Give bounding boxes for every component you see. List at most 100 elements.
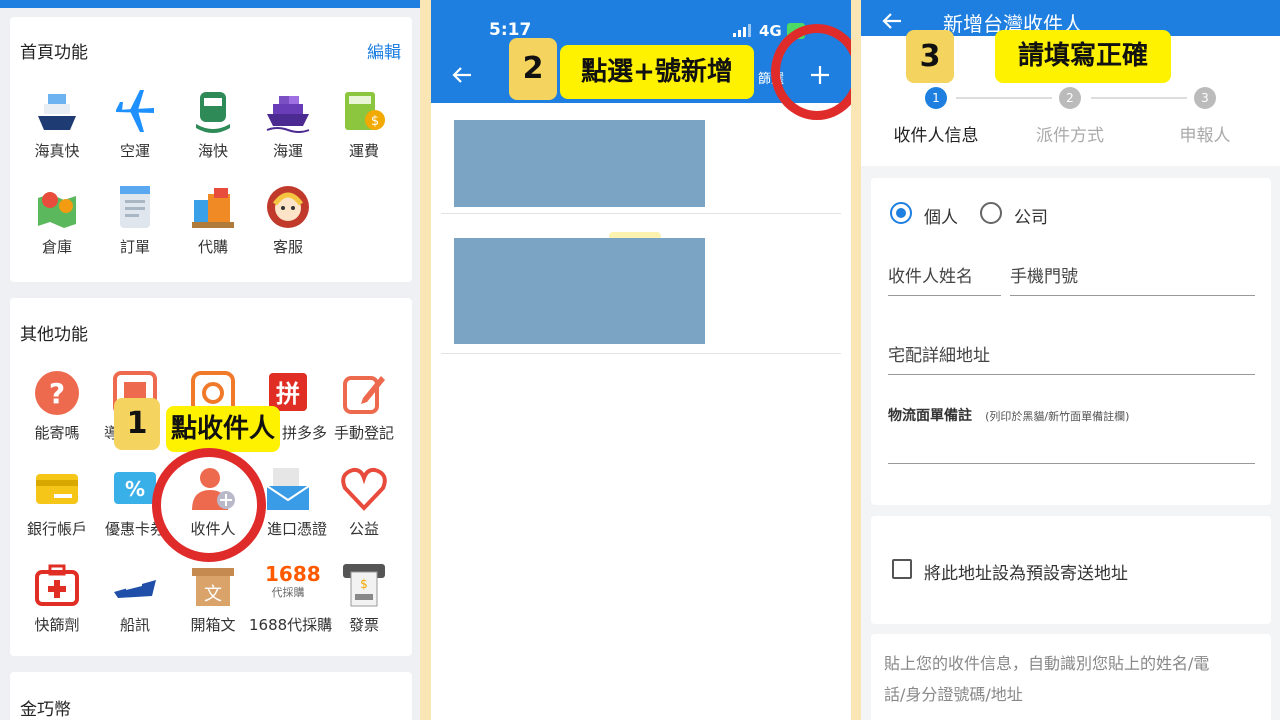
back-arrow-icon[interactable] [451,64,473,86]
default-address-checkbox[interactable] [892,559,912,579]
svg-text:$: $ [360,577,368,591]
paste-hint: 貼上您的收件信息，自動識別您貼上的姓名/電話/身分證號碼/地址 [884,654,1210,704]
grid-item-label: 船訊 [119,616,150,634]
grid-item-ferry[interactable]: 海快 [174,88,252,161]
grid-item-ship-news[interactable]: 船訊 [96,562,174,635]
invoice-icon: $ [343,564,385,607]
remark-label-group: 物流面單備註 (列印於黑貓/新竹面單備註欄) [888,405,1129,425]
coin-section-title: 金巧幣 [20,700,71,720]
panel-add-recipient-form: 新增台灣收件人 1 收件人信息 2 派件方式 3 申報人 個人 公司 收件人姓名… [861,0,1280,720]
heart-icon [341,467,387,511]
question-icon: ? [35,371,79,415]
name-field[interactable]: 收件人姓名 [888,262,1001,296]
airplane-icon [116,90,154,132]
grid-item-label: 客服 [272,238,303,256]
step-recipient-info: 1 收件人信息 [876,87,996,146]
grid-item-warehouse[interactable]: 倉庫 [18,184,96,257]
step-dot: 1 [925,87,947,109]
grid-item-label: 銀行帳戶 [26,520,87,538]
grid-item-label: 能寄嗎 [34,424,80,442]
1688-logo-text: 1688 [265,562,321,586]
panel-recipient-list: 5:17 4G 篩選 2 點選+號新增 [431,0,851,720]
svg-text:%: % [125,477,145,501]
step-2-badge: 2 [509,38,557,100]
radio-company[interactable] [980,202,1002,224]
grid-item-can-ship[interactable]: ? 能寄嗎 [18,370,96,443]
edit-link[interactable]: 編輯 [367,38,401,63]
cargo-ship-icon [266,96,310,133]
1688-logo-subtext: 代採購 [271,586,305,599]
highlight-ring-add [771,24,851,120]
grid-item-sea-express[interactable]: 海真快 [18,88,96,161]
back-arrow-icon[interactable] [881,10,903,32]
grid-item-label: 運費 [348,142,379,160]
redacted-recipient-2[interactable] [454,238,705,344]
grid-item-label: 海快 [197,142,228,160]
step-3-instruction: 請填寫正確 [995,30,1171,83]
grid-item-shipping-fee[interactable]: $ 運費 [325,88,403,161]
grid-item-purchasing[interactable]: 代購 [174,184,252,257]
calculator-icon: $ [345,92,385,130]
signal-icon [733,24,751,37]
first-aid-icon [35,564,79,606]
speedboat-icon [114,580,156,598]
step-3-badge: 3 [906,30,954,83]
remark-field[interactable] [888,463,1255,464]
bank-card-icon [36,474,78,504]
map-pin-icon [38,192,76,228]
grid-item-charity[interactable]: 公益 [325,466,403,539]
list-divider [441,353,841,354]
step-1-instruction: 點收件人 [166,406,280,452]
unboxing-icon: 文 [192,568,234,606]
grid-item-manual-register[interactable]: 手動登記 [325,370,403,443]
address-field[interactable]: 宅配詳細地址 [888,341,1255,375]
grid-item-label: 代購 [197,238,228,256]
grid-item-label: 空運 [119,142,150,160]
step-label: 派件方式 [1036,126,1104,146]
step-label: 收件人信息 [893,126,979,146]
svg-text:拼: 拼 [276,380,300,408]
grid-item-sea[interactable]: 海運 [249,88,327,161]
grid-item-1688[interactable]: 1688 代採購 1688代採購 [249,562,333,635]
svg-text:$: $ [371,114,379,129]
ship-icon [38,94,76,130]
grid-item-customer-service[interactable]: 客服 [249,184,327,257]
receipt-mail-icon [266,468,310,510]
edit-icon [343,376,385,414]
customer-service-icon [267,186,309,228]
phone-field[interactable]: 手機門號 [1010,262,1255,296]
grid-item-label: 1688代採購 [249,616,333,634]
grid-item-label: 倉庫 [41,238,72,256]
grid-item-label: 公益 [348,520,379,538]
radio-personal[interactable] [890,202,912,224]
grid-item-label: 訂單 [119,238,150,256]
other-section-title: 其他功能 [20,325,88,345]
grid-item-orders[interactable]: 訂單 [96,184,174,257]
grid-item-bank-account[interactable]: 銀行帳戶 [18,466,96,539]
ferry-icon [196,92,230,133]
top-bar [0,0,420,8]
radio-dot [896,208,906,218]
redacted-recipient-1[interactable] [454,120,705,207]
panel-home-functions: 首頁功能 編輯 海真快 空運 海快 海運 $ 運費 倉庫 訂單 代購 客服 其他… [0,0,420,720]
step-label: 申報人 [1179,126,1231,146]
status-time: 5:17 [489,20,532,40]
grid-item-label: 手動登記 [333,424,394,442]
remark-hint: (列印於黑貓/新竹面單備註欄) [985,410,1130,423]
grid-item-label: 海真快 [34,142,80,160]
highlight-ring-recipient [152,448,266,562]
grid-item-unboxing[interactable]: 文 開箱文 [174,562,252,635]
grid-item-air[interactable]: 空運 [96,88,174,161]
grid-item-label: 發票 [348,616,379,634]
grid-item-invoice[interactable]: $ 發票 [325,562,403,635]
svg-text:?: ? [49,377,65,410]
step-2-instruction: 點選+號新增 [560,45,754,99]
svg-text:文: 文 [204,584,222,605]
list-divider [441,213,841,214]
step-delivery-method: 2 派件方式 [1010,87,1130,146]
radio-personal-label: 個人 [924,208,958,228]
grid-item-rapid-test[interactable]: 快篩劑 [18,562,96,635]
step-dot: 3 [1194,87,1216,109]
1688-icon: 1688 代採購 [265,562,321,608]
step-declarant: 3 申報人 [1145,87,1265,146]
